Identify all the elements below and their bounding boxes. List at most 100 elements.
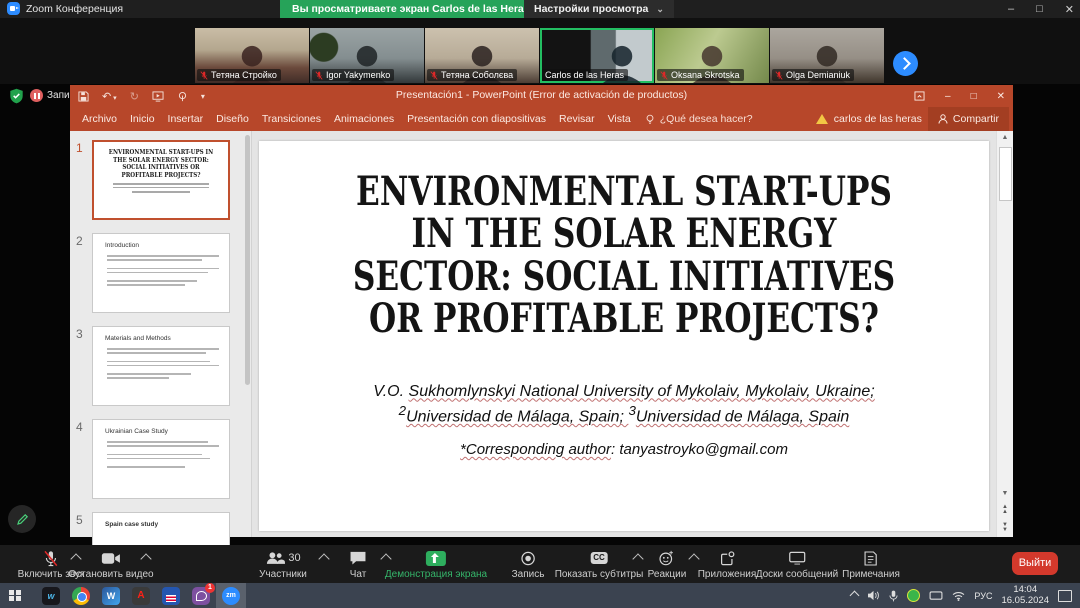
thumbnail-title: Ukrainian Case Study [93,420,229,435]
annotate-button[interactable] [8,505,36,533]
video-tile[interactable]: Igor Yakymenko [310,28,424,83]
ppt-restore-button[interactable]: □ [971,91,977,102]
taskbar-chrome[interactable] [66,583,96,608]
apps-icon [719,551,734,566]
share-screen-button[interactable]: Демонстрация экрана [385,548,487,580]
thumbnail-slide-3[interactable]: 3 Materials and Methods [76,326,251,406]
notes-button[interactable]: Примечания [842,548,900,580]
tab-animaciones[interactable]: Animaciones [334,113,394,125]
view-options-button[interactable]: Настройки просмотра⌄ [524,0,674,18]
leave-meeting-button[interactable]: Выйти [1012,552,1058,575]
participant-name: Тетяна Соболєва [441,70,513,80]
powerpoint-window: ↶ ▾ ↻ ▾ Presentación1 - PowerPoint (Erro… [70,85,1013,537]
view-options-label: Настройки просмотра [534,3,648,15]
thumbnail-scrollbar[interactable] [245,135,250,385]
reactions-button[interactable]: Реакции [648,548,687,580]
participant-name: Olga Demianiuk [786,70,850,80]
taskbar-zoom[interactable]: zm [216,583,246,608]
ribbon-display-options-icon[interactable] [914,91,925,101]
tab-vista[interactable]: Vista [608,113,631,125]
taskbar-word[interactable]: W [96,583,126,608]
chat-bubble-icon [350,551,367,565]
apps-button[interactable]: Приложения [698,548,757,580]
powerpoint-titlebar: ↶ ▾ ↻ ▾ Presentación1 - PowerPoint (Erro… [70,85,1013,107]
thumbnail-slide-2[interactable]: 2 Introduction [76,233,251,313]
zoom-app-window: Zoom Конференция Вы просматриваете экран… [0,0,1080,608]
word-icon: W [102,587,120,605]
tell-me-label: ¿Qué desea hacer? [660,113,753,125]
video-tile[interactable]: Oksana Skrotska [655,28,769,83]
stop-video-button[interactable]: Остановить видео [68,548,153,580]
tab-transiciones[interactable]: Transiciones [262,113,321,125]
slide-corresponding-author: *Corresponding author: tanyastroyko@gmai… [259,441,989,458]
share-screen-icon [426,551,446,566]
cc-icon: CC [590,552,608,564]
action-center-icon[interactable] [1058,590,1072,602]
antivirus-icon[interactable] [907,589,920,602]
whiteboards-button[interactable]: Доски сообщений [756,548,839,580]
scroll-up-arrow[interactable]: ▲ [997,131,1013,145]
person-icon [938,114,948,124]
participants-button[interactable]: 30 Участники [259,548,307,580]
account-warning-icon [816,114,828,124]
thumbnail-title: Introduction [93,234,229,249]
display-device-icon[interactable] [929,591,943,601]
taskbar-webex[interactable]: w [36,583,66,608]
participants-count: 30 [288,552,300,564]
slide-editor-canvas: ENVIRONMENTAL START-UPS IN THE SOLAR ENE… [252,131,996,537]
record-button[interactable]: Запись [512,548,545,580]
speaker-icon[interactable] [867,590,880,601]
video-tile[interactable]: Тетяна Стройко [195,28,309,83]
next-participants-page-button[interactable] [893,51,918,76]
ppt-close-button[interactable]: ✕ [997,91,1005,102]
close-button[interactable]: ✕ [1065,3,1074,16]
minimize-button[interactable]: – [1008,3,1014,15]
thumbnail-slide-1[interactable]: 1 ENVIRONMENTAL START-UPS IN THE SOLAR E… [76,140,251,220]
video-tile[interactable]: Тетяна Соболєва [425,28,539,83]
video-tile-active-speaker[interactable]: Carlos de las Heras [540,28,654,83]
thumbnail-slide-4[interactable]: 4 Ukrainian Case Study [76,419,251,499]
participants-icon [265,551,285,565]
next-slide-button[interactable]: ▼▼ [997,523,1013,533]
notification-badge: 1 [205,583,215,593]
tab-diseno[interactable]: Diseño [216,113,249,125]
chevron-right-icon [898,57,911,70]
record-icon [521,551,536,566]
chrome-icon [72,587,90,605]
slide-scrollbar[interactable]: ▲ ▼ ▲▲ ▼▼ [996,131,1013,537]
previous-slide-button[interactable]: ▲▲ [997,505,1013,515]
video-tile[interactable]: Olga Demianiuk [770,28,884,83]
mic-off-icon [200,71,208,80]
tab-insertar[interactable]: Insertar [168,113,204,125]
wifi-icon[interactable] [952,591,965,601]
current-slide[interactable]: ENVIRONMENTAL START-UPS IN THE SOLAR ENE… [259,141,989,531]
participants-options-chevron[interactable] [318,553,329,564]
pencil-icon [15,512,30,527]
meeting-security-shield-icon[interactable] [9,88,24,104]
scrollbar-thumb[interactable] [999,147,1012,201]
account-name[interactable]: carlos de las heras [834,113,922,125]
start-button[interactable] [0,583,30,608]
tab-inicio[interactable]: Inicio [130,113,155,125]
taskbar-save-app[interactable] [156,583,186,608]
hidden-icons-chevron[interactable] [850,591,860,601]
ppt-minimize-button[interactable]: – [945,91,951,102]
acrobat-icon: A [132,587,150,605]
tab-presentacion[interactable]: Presentación con diapositivas [407,113,546,125]
recording-pause-icon[interactable] [30,89,43,102]
tell-me-box[interactable]: ¿Qué desea hacer? [645,113,753,125]
chat-button[interactable]: Чат [350,548,367,580]
tray-mic-icon[interactable] [889,590,898,602]
maximize-button[interactable]: □ [1036,3,1043,15]
taskbar-acrobat[interactable]: A [126,583,156,608]
ribbon-tab-bar: Archivo Inicio Insertar Diseño Transicio… [70,107,1013,131]
language-indicator[interactable]: РУС [974,591,992,601]
taskbar-viber[interactable]: 1 [186,583,216,608]
captions-button[interactable]: CC Показать субтитры [555,548,644,580]
compartir-button[interactable]: Compartir [928,107,1009,131]
tab-archivo[interactable]: Archivo [82,113,117,125]
slide-title: ENVIRONMENTAL START-UPS IN THE SOLAR ENE… [339,171,908,341]
tab-revisar[interactable]: Revisar [559,113,595,125]
taskbar-clock[interactable]: 14:0416.05.2024 [1001,585,1049,607]
scroll-down-arrow[interactable]: ▼ [997,487,1013,501]
